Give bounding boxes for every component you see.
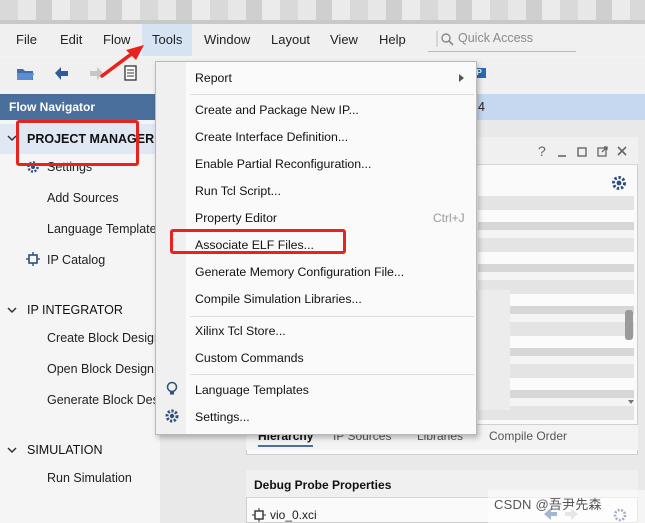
- ip-core-icon: [252, 508, 266, 522]
- nav-open-block-design[interactable]: Open Block Design: [47, 362, 154, 376]
- settings-gear-icon: [165, 409, 179, 423]
- gear-icon[interactable]: [610, 174, 628, 192]
- menu-separator: [190, 374, 474, 375]
- debug-probe-title: Debug Probe Properties: [254, 478, 392, 492]
- menu-item-settings[interactable]: Settings...: [195, 410, 250, 424]
- debug-item-vio[interactable]: vio_0.xci: [270, 508, 317, 522]
- menu-item-compile-sim[interactable]: Compile Simulation Libraries...: [195, 292, 362, 306]
- menu-separator: [190, 316, 474, 317]
- help-icon[interactable]: ?: [538, 143, 546, 159]
- chevron-down-icon[interactable]: [7, 445, 17, 455]
- menu-file[interactable]: File: [12, 24, 41, 56]
- quick-access-placeholder: Quick Access: [458, 31, 534, 45]
- flow-navigator-header: Flow Navigator: [0, 94, 160, 120]
- ip-catalog-icon: [26, 252, 40, 266]
- menu-help[interactable]: Help: [375, 24, 410, 56]
- menu-item-property-editor[interactable]: Property Editor: [195, 211, 277, 225]
- menu-item-custom-commands[interactable]: Custom Commands: [195, 351, 304, 365]
- section-ip-integrator[interactable]: IP INTEGRATOR: [27, 303, 123, 317]
- chevron-down-icon[interactable]: [7, 305, 17, 315]
- menu-item-run-tcl[interactable]: Run Tcl Script...: [195, 184, 281, 198]
- highlight-project-manager: [16, 120, 139, 166]
- open-folder-icon[interactable]: [14, 62, 36, 84]
- menu-item-create-interface[interactable]: Create Interface Definition...: [195, 130, 348, 144]
- shortcut-ctrl-j: Ctrl+J: [433, 211, 465, 225]
- flow-navigator-panel: [0, 120, 160, 523]
- menu-item-create-package-ip[interactable]: Create and Package New IP...: [195, 103, 359, 117]
- nav-create-block-design[interactable]: Create Block Design: [47, 331, 161, 345]
- menu-separator: [190, 94, 474, 95]
- watermark-text: CSDN @吾尹先森: [494, 497, 602, 512]
- undo-icon[interactable]: [50, 62, 72, 84]
- menu-item-enable-pr[interactable]: Enable Partial Reconfiguration...: [195, 157, 371, 171]
- menu-edit[interactable]: Edit: [56, 24, 86, 56]
- float-window-icon[interactable]: [596, 145, 609, 158]
- nav-run-simulation[interactable]: Run Simulation: [47, 471, 132, 485]
- menu-layout[interactable]: Layout: [267, 24, 314, 56]
- title-partial-text: 4: [478, 100, 485, 114]
- maximize-icon[interactable]: [576, 146, 588, 158]
- scrollbar-thumb[interactable]: [625, 310, 633, 340]
- annotation-arrow: [100, 45, 144, 78]
- menu-view[interactable]: View: [326, 24, 362, 56]
- highlight-associate-elf: [170, 229, 346, 254]
- nav-ip-catalog[interactable]: IP Catalog: [47, 253, 105, 267]
- menu-window[interactable]: Window: [200, 24, 254, 56]
- title-bar-blurred: [0, 0, 645, 22]
- nav-add-sources[interactable]: Add Sources: [47, 191, 119, 205]
- search-icon: [436, 31, 454, 47]
- lightbulb-icon: [166, 381, 178, 395]
- close-icon[interactable]: [616, 145, 628, 157]
- menu-item-language-templates[interactable]: Language Templates: [195, 383, 309, 397]
- scroll-down-icon[interactable]: [627, 398, 635, 406]
- nav-language-templates[interactable]: Language Templates: [47, 222, 163, 236]
- minimize-icon[interactable]: [556, 146, 568, 158]
- section-simulation[interactable]: SIMULATION: [27, 443, 102, 457]
- menu-item-tcl-store[interactable]: Xilinx Tcl Store...: [195, 324, 286, 338]
- tab-compile-order[interactable]: Compile Order: [489, 429, 567, 443]
- submenu-arrow-icon: [459, 74, 464, 82]
- menu-item-report[interactable]: Report: [195, 71, 232, 85]
- menu-item-gen-mem-config[interactable]: Generate Memory Configuration File...: [195, 265, 404, 279]
